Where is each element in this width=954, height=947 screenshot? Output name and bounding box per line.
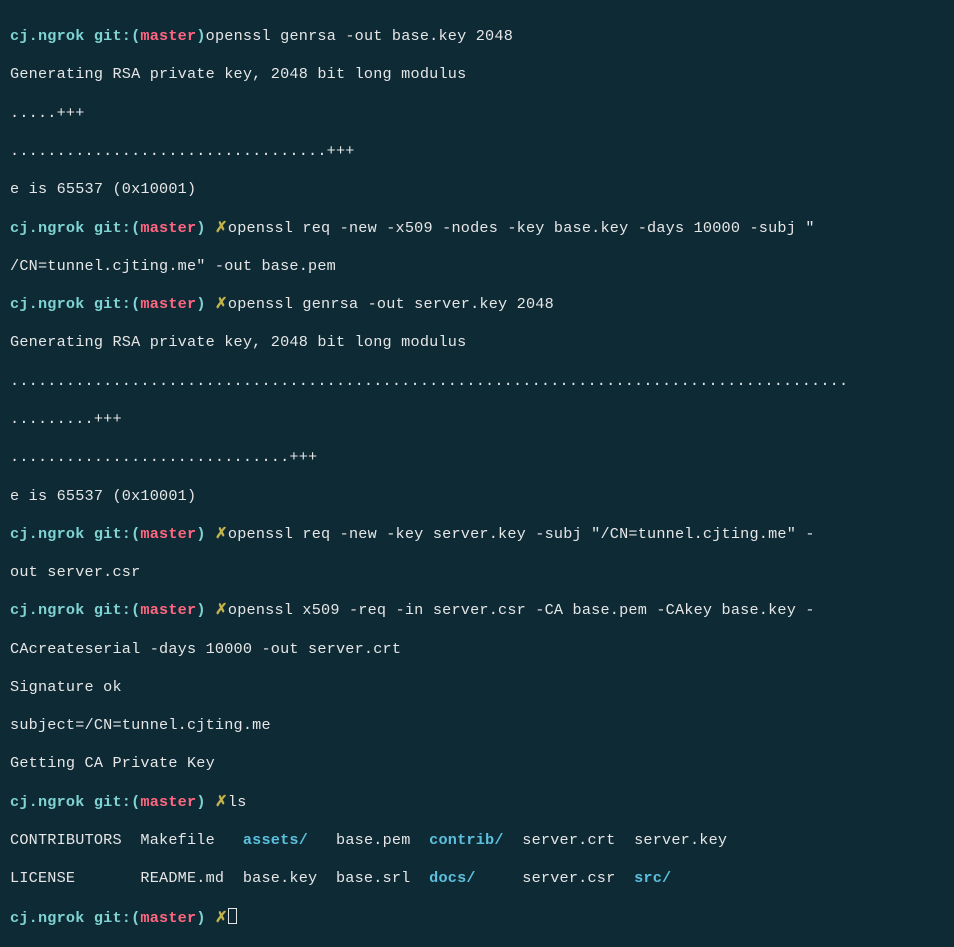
prompt-git-open: git:( (94, 601, 141, 619)
command-6: ls (228, 793, 247, 811)
command-3: openssl genrsa -out server.key 2048 (228, 295, 554, 313)
prompt-cwd: cj.ngrok (10, 219, 85, 237)
output: ........................................… (10, 372, 944, 391)
prompt-git-open: git:( (94, 27, 141, 45)
dirty-icon: ✗ (215, 909, 228, 927)
ls-row-2: LICENSE README.md base.key base.srl docs… (10, 869, 944, 888)
output: .........+++ (10, 410, 944, 429)
ls-text: server.crt server.key (504, 831, 728, 849)
output: ..................................+++ (10, 142, 944, 161)
prompt-git-close: ) (196, 909, 205, 927)
prompt-branch: master (140, 793, 196, 811)
dirty-icon: ✗ (215, 525, 228, 543)
output: Generating RSA private key, 2048 bit lon… (10, 65, 944, 84)
ls-text: CONTRIBUTORS Makefile (10, 831, 243, 849)
prompt-branch: master (140, 219, 196, 237)
prompt-branch: master (140, 27, 196, 45)
prompt-cwd: cj.ngrok (10, 601, 85, 619)
output: ..............................+++ (10, 448, 944, 467)
output: Signature ok (10, 678, 944, 697)
output: e is 65537 (0x10001) (10, 180, 944, 199)
prompt-line-3[interactable]: cj.ngrok git:(master) ✗openssl genrsa -o… (10, 295, 944, 314)
ls-text: base.pem (308, 831, 429, 849)
command-2a: openssl req -new -x509 -nodes -key base.… (228, 219, 815, 237)
prompt-line-5[interactable]: cj.ngrok git:(master) ✗openssl x509 -req… (10, 601, 944, 620)
output: Generating RSA private key, 2048 bit lon… (10, 333, 944, 352)
prompt-branch: master (140, 601, 196, 619)
output: e is 65537 (0x10001) (10, 487, 944, 506)
ls-row-1: CONTRIBUTORS Makefile assets/ base.pem c… (10, 831, 944, 850)
prompt-branch: master (140, 909, 196, 927)
prompt-git-open: git:( (94, 219, 141, 237)
command-4a: openssl req -new -key server.key -subj "… (228, 525, 815, 543)
prompt-branch: master (140, 525, 196, 543)
prompt-git-close: ) (196, 219, 205, 237)
prompt-git-open: git:( (94, 295, 141, 313)
dirty-icon: ✗ (215, 793, 228, 811)
prompt-branch: master (140, 295, 196, 313)
prompt-git-close: ) (196, 601, 205, 619)
output: subject=/CN=tunnel.cjting.me (10, 716, 944, 735)
command-5b: CAcreateserial -days 10000 -out server.c… (10, 640, 944, 659)
prompt-cwd: cj.ngrok (10, 909, 85, 927)
command-5a: openssl x509 -req -in server.csr -CA bas… (228, 601, 815, 619)
prompt-line-4[interactable]: cj.ngrok git:(master) ✗openssl req -new … (10, 525, 944, 544)
prompt-cwd: cj.ngrok (10, 793, 85, 811)
prompt-cwd: cj.ngrok (10, 525, 85, 543)
command-1: openssl genrsa -out base.key 2048 (206, 27, 513, 45)
prompt-cwd: cj.ngrok (10, 27, 85, 45)
prompt-git-open: git:( (94, 909, 141, 927)
prompt-line-7[interactable]: cj.ngrok git:(master) ✗ (10, 908, 944, 928)
prompt-line-1[interactable]: cj.ngrok git:(master)openssl genrsa -out… (10, 27, 944, 46)
command-2b: /CN=tunnel.cjting.me" -out base.pem (10, 257, 944, 276)
dir-assets: assets/ (243, 831, 308, 849)
prompt-git-close: ) (196, 525, 205, 543)
terminal[interactable]: cj.ngrok git:(master)openssl genrsa -out… (10, 8, 944, 947)
cursor-icon (228, 908, 237, 924)
dir-contrib: contrib/ (429, 831, 504, 849)
prompt-git-open: git:( (94, 793, 141, 811)
prompt-line-2[interactable]: cj.ngrok git:(master) ✗openssl req -new … (10, 219, 944, 238)
prompt-git-close: ) (196, 27, 205, 45)
ls-text: server.csr (476, 869, 634, 887)
prompt-git-close: ) (196, 295, 205, 313)
dirty-icon: ✗ (215, 601, 228, 619)
dirty-icon: ✗ (215, 219, 228, 237)
dir-src: src/ (634, 869, 671, 887)
command-4b: out server.csr (10, 563, 944, 582)
prompt-line-6[interactable]: cj.ngrok git:(master) ✗ls (10, 793, 944, 812)
prompt-git-open: git:( (94, 525, 141, 543)
ls-text: LICENSE README.md base.key base.srl (10, 869, 429, 887)
output: Getting CA Private Key (10, 754, 944, 773)
dir-docs: docs/ (429, 869, 476, 887)
output: .....+++ (10, 104, 944, 123)
prompt-git-close: ) (196, 793, 205, 811)
dirty-icon: ✗ (215, 295, 228, 313)
prompt-cwd: cj.ngrok (10, 295, 85, 313)
